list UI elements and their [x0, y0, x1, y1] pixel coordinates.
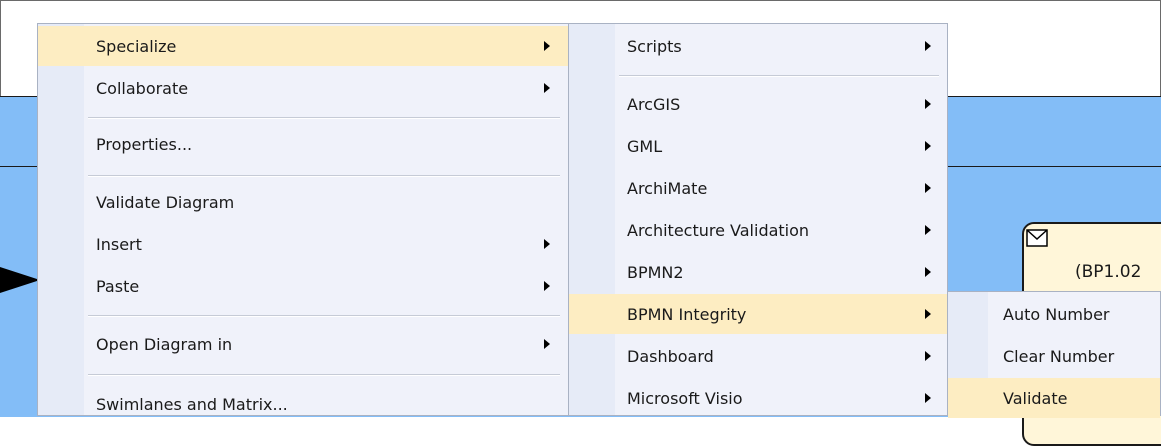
menu-item-label: Specialize	[96, 36, 177, 56]
menu-item-label: Properties...	[96, 134, 193, 154]
menu-item-label: BPMN Integrity	[627, 304, 747, 324]
submenu-arrow-icon	[544, 339, 550, 349]
menu-item-gml[interactable]: GML	[569, 126, 947, 166]
menu-item-label: Open Diagram in	[96, 334, 233, 354]
menu-item-label: Scripts	[627, 36, 682, 56]
menu-item-label: BPMN2	[627, 262, 684, 282]
context-menu: Specialize Collaborate Properties... Val…	[37, 23, 569, 416]
menu-item-label: Auto Number	[1003, 304, 1110, 324]
menu-item-scripts[interactable]: Scripts	[569, 26, 947, 66]
menu-item-paste[interactable]: Paste	[38, 266, 568, 306]
menu-item-clear-number[interactable]: Clear Number	[948, 336, 1160, 376]
menu-item-label: GML	[627, 136, 663, 156]
menu-item-label: Insert	[96, 234, 142, 254]
menu-separator	[88, 374, 560, 376]
submenu-arrow-icon	[544, 239, 550, 249]
submenu-arrow-icon	[544, 83, 550, 93]
menu-item-microsoft-visio[interactable]: Microsoft Visio	[569, 378, 947, 418]
submenu-arrow-icon	[925, 41, 931, 51]
menu-item-bpmn2[interactable]: BPMN2	[569, 252, 947, 292]
menu-item-properties[interactable]: Properties...	[38, 124, 568, 164]
submenu-arrow-icon	[925, 351, 931, 361]
menu-separator	[88, 117, 560, 119]
specialize-submenu: Scripts ArcGIS GML ArchiMate Architectur…	[568, 23, 948, 416]
submenu-arrow-icon	[925, 267, 931, 277]
submenu-arrow-icon	[925, 393, 931, 403]
menu-separator	[88, 175, 560, 177]
menu-item-architecture-validation[interactable]: Architecture Validation	[569, 210, 947, 250]
flow-arrow-head	[0, 267, 40, 293]
menu-item-label: Dashboard	[627, 346, 714, 366]
bpmn-integrity-submenu: Auto Number Clear Number Validate	[947, 291, 1161, 418]
submenu-arrow-icon	[925, 225, 931, 235]
menu-separator	[619, 75, 939, 77]
submenu-arrow-icon	[925, 309, 931, 319]
menu-separator	[88, 315, 560, 317]
submenu-arrow-icon	[925, 183, 931, 193]
menu-item-label: Microsoft Visio	[627, 388, 743, 408]
menu-item-label: Swimlanes and Matrix...	[96, 394, 288, 414]
menu-item-label: Validate Diagram	[96, 192, 235, 212]
menu-item-collaborate[interactable]: Collaborate	[38, 68, 568, 108]
menu-item-auto-number[interactable]: Auto Number	[948, 294, 1160, 334]
menu-item-dashboard[interactable]: Dashboard	[569, 336, 947, 376]
menu-item-label: Architecture Validation	[627, 220, 810, 240]
envelope-icon	[1026, 229, 1048, 247]
submenu-arrow-icon	[925, 141, 931, 151]
menu-item-label: Clear Number	[1003, 346, 1115, 366]
submenu-arrow-icon	[544, 41, 550, 51]
submenu-arrow-icon	[544, 281, 550, 291]
menu-item-insert[interactable]: Insert	[38, 224, 568, 264]
menu-item-archimate[interactable]: ArchiMate	[569, 168, 947, 208]
menu-item-arcgis[interactable]: ArcGIS	[569, 84, 947, 124]
menu-item-swimlanes-and-matrix[interactable]: Swimlanes and Matrix...	[38, 384, 568, 424]
task-id-label: (BP1.02	[1075, 262, 1142, 282]
menu-item-bpmn-integrity[interactable]: BPMN Integrity	[569, 294, 947, 334]
submenu-arrow-icon	[925, 99, 931, 109]
menu-item-specialize[interactable]: Specialize	[38, 26, 568, 66]
menu-item-label: Paste	[96, 276, 140, 296]
menu-item-label: Collaborate	[96, 78, 189, 98]
menu-item-validate[interactable]: Validate	[948, 378, 1160, 418]
menu-item-open-diagram-in[interactable]: Open Diagram in	[38, 324, 568, 364]
menu-item-label: Validate	[1003, 388, 1068, 408]
menu-item-label: ArcGIS	[627, 94, 681, 114]
menu-item-label: ArchiMate	[627, 178, 708, 198]
menu-item-validate-diagram[interactable]: Validate Diagram	[38, 182, 568, 222]
